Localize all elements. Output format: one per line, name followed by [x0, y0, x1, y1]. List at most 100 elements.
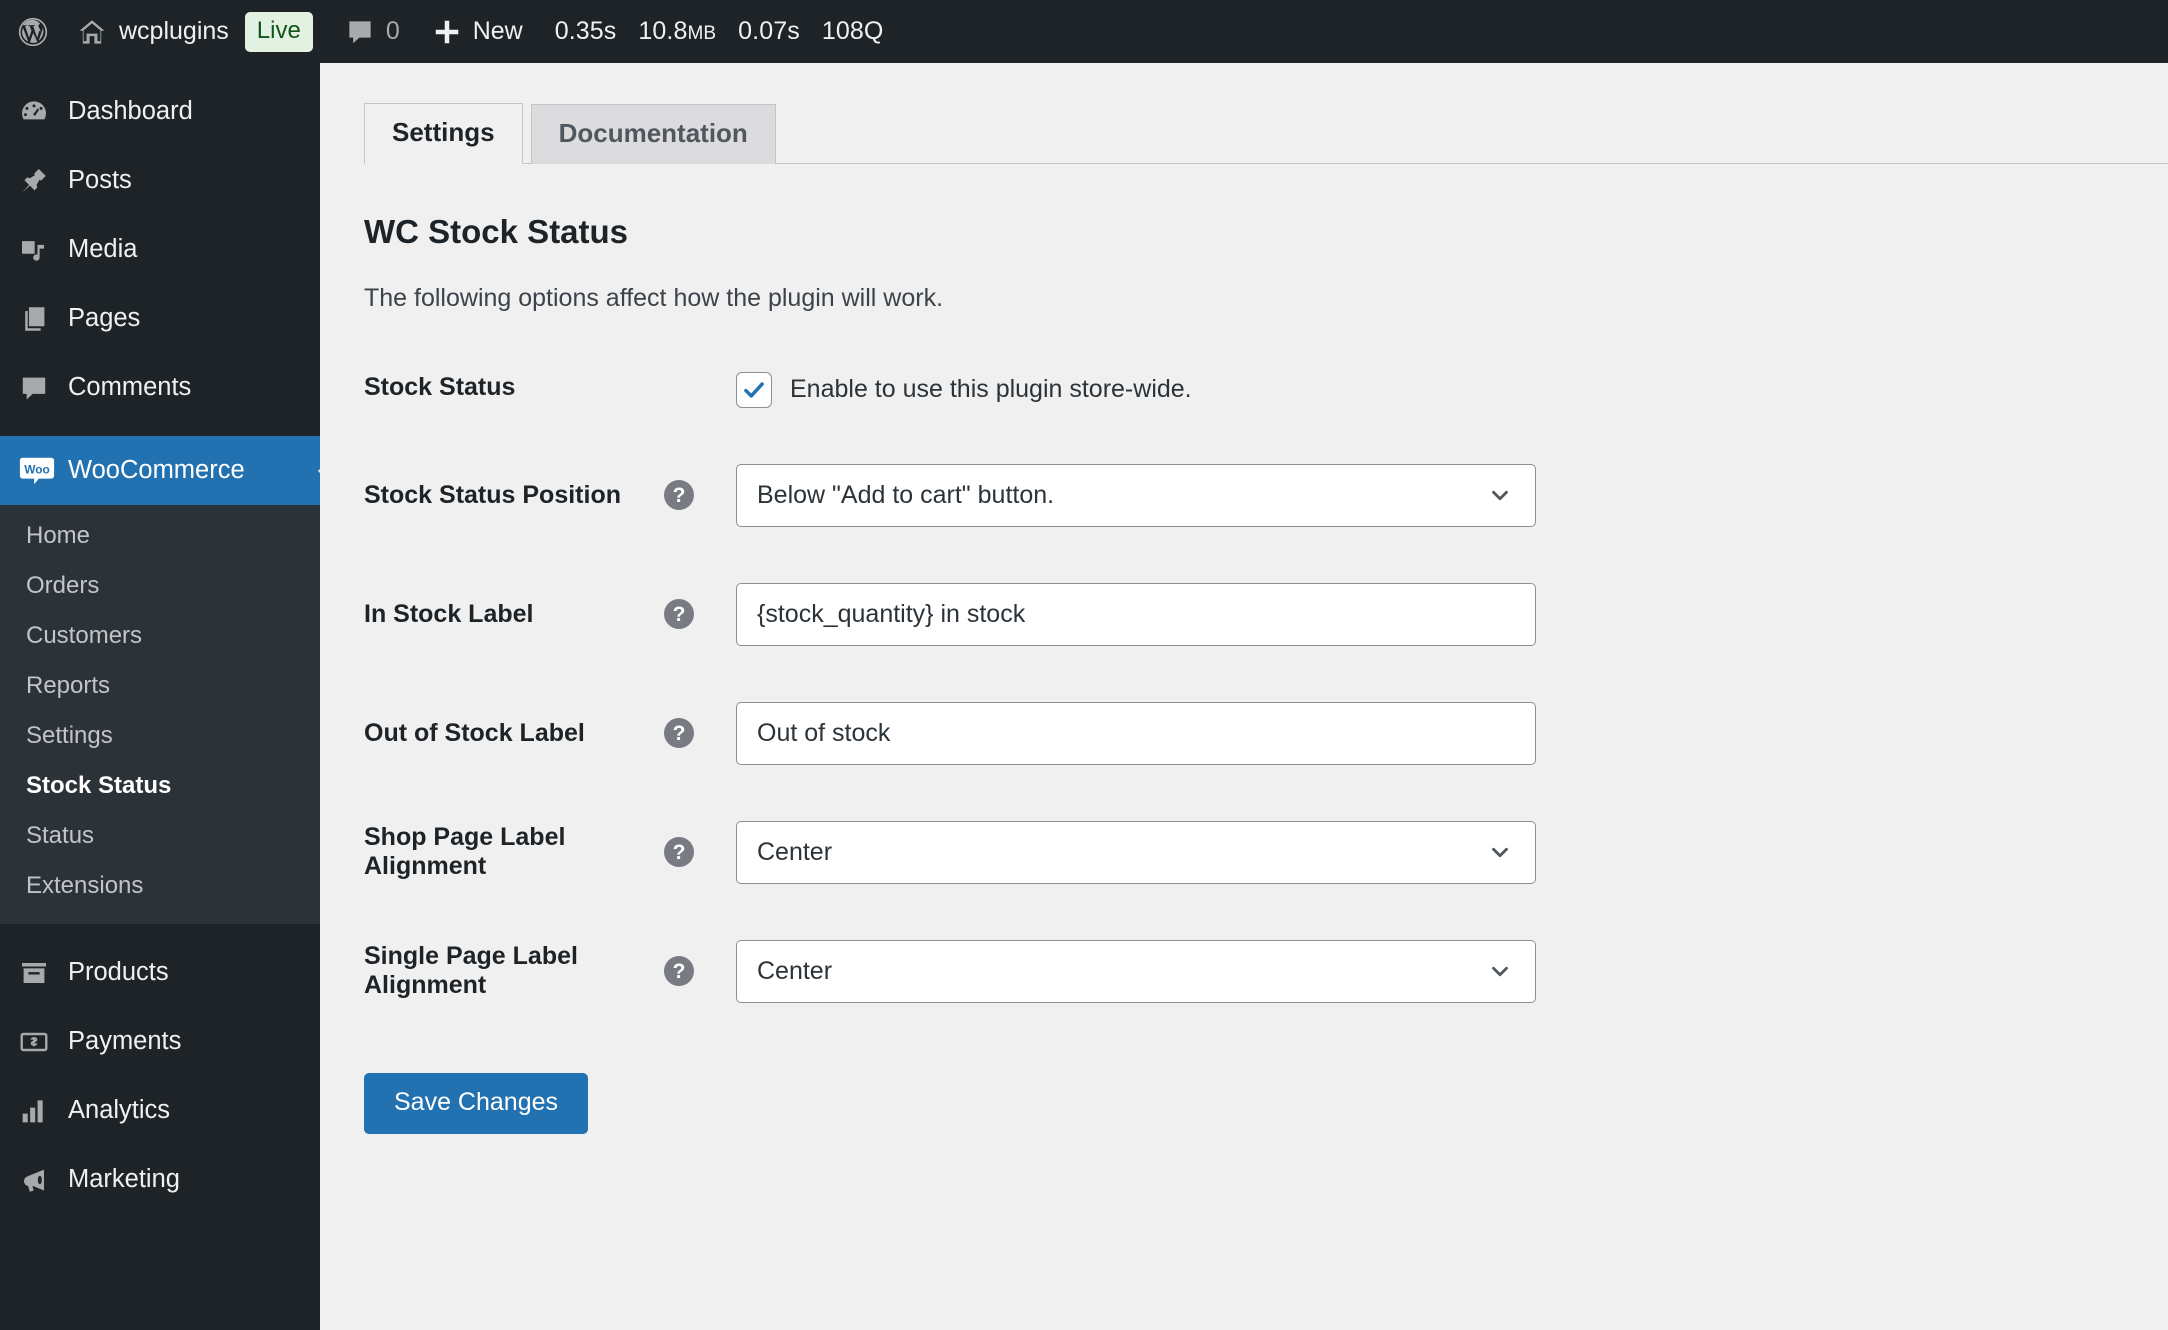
field-cell-in-stock-label: {stock_quantity} in stock: [736, 555, 1536, 674]
page-title: WC Stock Status: [364, 213, 629, 250]
chevron-down-icon: [1487, 482, 1513, 508]
label-in-stock-label: In Stock Label: [364, 599, 534, 628]
sidebar-item-payments[interactable]: Payments: [0, 1007, 320, 1076]
sidebar-label-dashboard: Dashboard: [68, 97, 193, 125]
plus-icon: [432, 17, 462, 47]
label-out-of-stock-label: Out of Stock Label: [364, 718, 585, 747]
analytics-bars-icon: [18, 1095, 64, 1127]
site-name-menu[interactable]: wcplugins: [60, 0, 245, 63]
single-page-alignment-select[interactable]: Center: [736, 939, 1536, 1003]
tab-settings[interactable]: Settings: [364, 103, 523, 164]
label-stock-status: Stock Status: [364, 373, 516, 402]
perf-memory: 10.8MB: [638, 17, 717, 45]
checkmark-icon: [744, 382, 764, 398]
sidebar-label-products: Products: [68, 958, 169, 986]
payments-icon: [18, 1026, 64, 1058]
sidebar-label-payments: Payments: [68, 1027, 182, 1055]
help-cell-single-page-alignment: ?: [664, 912, 736, 1031]
help-cell-empty: [664, 344, 736, 436]
sidebar-item-analytics[interactable]: Analytics: [0, 1076, 320, 1145]
help-cell-out-of-stock-label: ?: [664, 674, 736, 793]
sidebar-item-woocommerce[interactable]: Woo WooCommerce: [0, 436, 320, 505]
form-row-single-page-alignment: Single Page Label Alignment ? Center: [364, 912, 1536, 1031]
sidebar-item-dashboard[interactable]: Dashboard: [0, 77, 320, 146]
wordpress-logo-button[interactable]: [0, 0, 60, 63]
form-row-out-of-stock-label: Out of Stock Label ? Out of stock: [364, 674, 1536, 793]
pin-icon: [18, 165, 64, 197]
admin-sidebar-menu: Dashboard Posts Media Pages Comments Woo…: [0, 63, 320, 1330]
label-stock-status-position: Stock Status Position: [364, 480, 621, 509]
sidebar-label-woocommerce: WooCommerce: [68, 456, 245, 484]
sidebar-label-posts: Posts: [68, 166, 132, 194]
field-cell-stock-status-position: Below "Add to cart" button.: [736, 436, 1536, 555]
submenu-item-home[interactable]: Home: [0, 511, 320, 561]
help-icon[interactable]: ?: [664, 837, 694, 868]
submenu-item-settings[interactable]: Settings: [0, 711, 320, 761]
new-content-label: New: [472, 17, 523, 45]
submenu-item-extensions[interactable]: Extensions: [0, 861, 320, 911]
sidebar-item-media[interactable]: Media: [0, 215, 320, 284]
woocommerce-submenu: Home Orders Customers Reports Settings S…: [0, 505, 320, 924]
performance-metrics[interactable]: 0.35s 10.8MB 0.07s 108Q: [539, 0, 900, 63]
sidebar-label-marketing: Marketing: [68, 1165, 180, 1193]
stock-status-position-value: Below "Add to cart" button.: [757, 480, 1055, 509]
comment-bubble-icon: [18, 372, 64, 404]
form-row-shop-page-alignment: Shop Page Label Alignment ? Center: [364, 793, 1536, 912]
media-icon: [18, 234, 64, 266]
main-content-area: Settings Documentation WC Stock Status T…: [320, 63, 2168, 1330]
sidebar-item-comments[interactable]: Comments: [0, 353, 320, 422]
wordpress-logo-icon: [16, 15, 50, 49]
settings-form-table: Stock Status Enable to use this plugin s…: [364, 344, 1536, 1031]
sidebar-item-marketing[interactable]: Marketing: [0, 1145, 320, 1214]
out-of-stock-label-input[interactable]: Out of stock: [736, 701, 1536, 765]
field-cell-stock-status: Enable to use this plugin store-wide.: [736, 344, 1536, 436]
submenu-item-orders[interactable]: Orders: [0, 561, 320, 611]
home-icon: [76, 16, 108, 48]
help-icon[interactable]: ?: [664, 718, 694, 749]
stock-status-position-select[interactable]: Below "Add to cart" button.: [736, 463, 1536, 527]
dashboard-icon: [18, 96, 64, 128]
help-icon[interactable]: ?: [664, 956, 694, 987]
help-icon[interactable]: ?: [664, 480, 694, 511]
shop-page-alignment-value: Center: [757, 837, 833, 866]
label-single-page-alignment: Single Page Label Alignment: [364, 942, 578, 1000]
perf-db-time: 0.07s: [738, 17, 800, 45]
new-content-menu[interactable]: New: [416, 0, 539, 63]
comments-menu[interactable]: 0: [329, 0, 416, 63]
submenu-item-stock-status[interactable]: Stock Status: [0, 761, 320, 811]
help-icon[interactable]: ?: [664, 599, 694, 630]
perf-query-count: 108Q: [821, 17, 884, 45]
submenu-item-reports[interactable]: Reports: [0, 661, 320, 711]
stock-status-checkbox[interactable]: [736, 371, 772, 408]
form-row-in-stock-label: In Stock Label ? {stock_quantity} in sto…: [364, 555, 1536, 674]
field-cell-shop-page-alignment: Center: [736, 793, 1536, 912]
site-name-label: wcplugins: [119, 17, 229, 45]
in-stock-label-input[interactable]: {stock_quantity} in stock: [736, 582, 1536, 646]
sidebar-item-products[interactable]: Products: [0, 938, 320, 1007]
woo-logo-icon: Woo: [18, 452, 64, 490]
help-cell-shop-page-alignment: ?: [664, 793, 736, 912]
comment-bubble-icon: [345, 17, 375, 47]
sidebar-item-posts[interactable]: Posts: [0, 146, 320, 215]
submenu-item-customers[interactable]: Customers: [0, 611, 320, 661]
field-cell-out-of-stock-label: Out of stock: [736, 674, 1536, 793]
live-status-badge-wrapper: Live: [244, 0, 329, 63]
submenu-item-status[interactable]: Status: [0, 811, 320, 861]
sidebar-item-pages[interactable]: Pages: [0, 284, 320, 353]
comments-count: 0: [385, 17, 400, 45]
sidebar-label-pages: Pages: [68, 304, 141, 332]
shop-page-alignment-select[interactable]: Center: [736, 820, 1536, 884]
form-row-stock-status-position: Stock Status Position ? Below "Add to ca…: [364, 436, 1536, 555]
single-page-alignment-value: Center: [757, 956, 833, 985]
out-of-stock-label-value: Out of stock: [757, 718, 891, 747]
live-badge: Live: [244, 11, 313, 52]
pages-icon: [18, 303, 64, 335]
tab-documentation[interactable]: Documentation: [530, 104, 776, 164]
settings-tab-nav: Settings Documentation: [364, 103, 2168, 164]
save-changes-button[interactable]: Save Changes: [364, 1072, 589, 1134]
form-row-stock-status: Stock Status Enable to use this plugin s…: [364, 344, 1536, 436]
perf-page-time: 0.35s: [554, 17, 617, 45]
svg-text:Woo: Woo: [24, 462, 49, 476]
megaphone-icon: [18, 1164, 64, 1196]
label-shop-page-alignment: Shop Page Label Alignment: [364, 823, 566, 881]
